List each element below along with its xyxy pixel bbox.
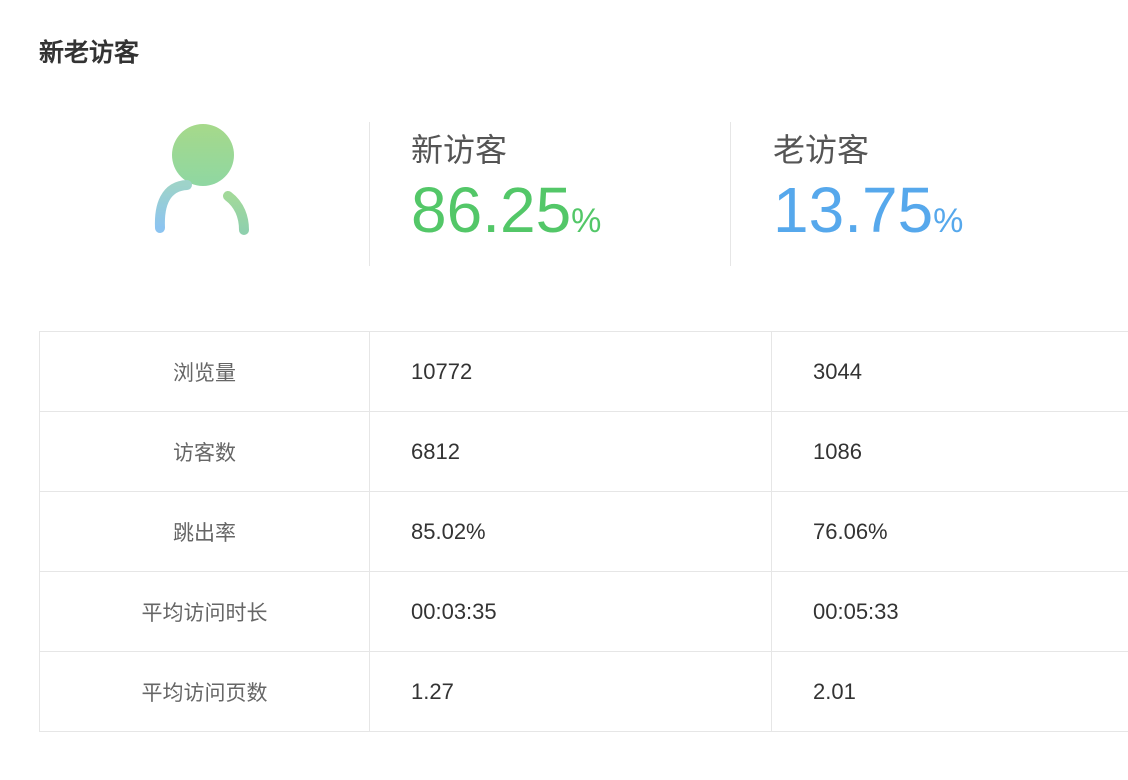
summary-divider [369,122,370,266]
new-visitor-unit: % [571,202,602,240]
table-row: 跳出率 85.02% 76.06% [39,491,1128,572]
new-visitor-value: 86.25 [411,174,572,246]
table-row: 平均访问页数 1.27 2.01 [39,651,1128,732]
panel-title: 新老访客 [39,38,140,67]
returning-visitor-value: 13.75 [773,174,934,246]
metric-name: 浏览量 [39,331,370,412]
visitor-summary: 新访客 86.25% 老访客 13.75% [39,122,1089,266]
table-row: 平均访问时长 00:03:35 00:05:33 [39,571,1128,652]
new-visitor-metric-value: 1.27 [369,651,772,732]
returning-visitor-label: 老访客 [773,131,870,169]
metric-name: 跳出率 [39,491,370,572]
metric-name: 平均访问时长 [39,571,370,652]
returning-visitor-metric-value: 2.01 [771,651,1128,732]
new-visitor-metric-value: 85.02% [369,491,772,572]
user-avatar-icon [154,124,249,235]
summary-divider [730,122,731,266]
returning-visitor-metric-value: 3044 [771,331,1128,412]
new-visitor-metric-value: 10772 [369,331,772,412]
returning-visitor-percentage: 13.75% [773,176,963,261]
new-visitor-label: 新访客 [411,131,508,169]
metric-name: 访客数 [39,411,370,492]
returning-visitor-metric-value: 76.06% [771,491,1128,572]
metrics-table: 浏览量 10772 3044 访客数 6812 1086 跳出率 85.02% … [39,331,1128,732]
new-visitor-stat: 新访客 86.25% [411,128,601,261]
new-visitor-metric-value: 00:03:35 [369,571,772,652]
table-row: 访客数 6812 1086 [39,411,1128,492]
returning-visitor-stat: 老访客 13.75% [773,128,963,261]
table-row: 浏览量 10772 3044 [39,331,1128,412]
new-visitor-metric-value: 6812 [369,411,772,492]
returning-visitor-metric-value: 1086 [771,411,1128,492]
new-visitor-percentage: 86.25% [411,176,601,261]
returning-visitor-metric-value: 00:05:33 [771,571,1128,652]
metric-name: 平均访问页数 [39,651,370,732]
returning-visitor-unit: % [933,202,964,240]
